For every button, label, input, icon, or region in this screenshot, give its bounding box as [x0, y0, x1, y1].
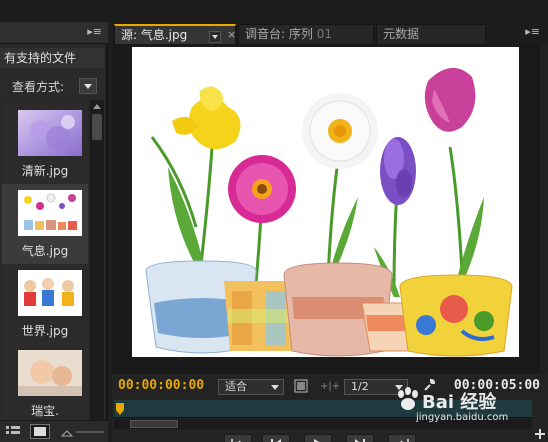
- media-item[interactable]: 瑞宝.: [2, 344, 88, 420]
- media-item-selected[interactable]: 气息.jpg: [2, 184, 88, 264]
- project-panel-footer: [0, 420, 108, 442]
- step-forward-button[interactable]: [346, 434, 374, 442]
- icon-view-icon[interactable]: [30, 424, 50, 439]
- video-scrollbar[interactable]: [538, 44, 548, 374]
- go-to-in-point-button[interactable]: [224, 434, 252, 442]
- scroll-up-arrow-icon[interactable]: [92, 102, 102, 112]
- duration-timecode: 00:00:05:00: [453, 378, 540, 393]
- view-mode-row: 查看方式:: [0, 74, 104, 98]
- media-item-label: 瑞宝.: [31, 404, 59, 418]
- zoom-out-icon[interactable]: [60, 427, 74, 440]
- media-item-label: 世界.jpg: [21, 324, 69, 338]
- source-monitor: 源: 气息.jpg × 调音台: 序列 01 元数据 ▸≡ 00:00:00:0…: [112, 22, 548, 442]
- media-thumbnail: [18, 110, 82, 156]
- project-panel: ▸≡ 有支持的文件 查看方式: 清新.jpg 气息.jpg 世界.jpg 瑞宝.: [0, 22, 108, 442]
- go-to-out-point-button[interactable]: [388, 434, 416, 442]
- playhead-icon[interactable]: [116, 403, 124, 415]
- tab-source[interactable]: 源: 气息.jpg ×: [114, 24, 236, 44]
- tab-source-dropdown[interactable]: [209, 31, 221, 43]
- top-strip: [0, 0, 548, 22]
- tab-metadata-label: 元数据: [383, 27, 420, 41]
- step-back-button[interactable]: [262, 434, 290, 442]
- transport-controls: [112, 416, 548, 442]
- wrench-icon[interactable]: [422, 378, 436, 392]
- trim-icon[interactable]: +|+: [320, 381, 340, 392]
- panel-menu-icon[interactable]: ▸≡: [87, 25, 102, 38]
- supported-files-label: 有支持的文件: [0, 48, 104, 68]
- media-item[interactable]: 世界.jpg: [2, 264, 88, 344]
- add-button-icon[interactable]: [534, 428, 546, 440]
- media-thumbnail: [18, 190, 82, 236]
- scroll-thumb[interactable]: [92, 114, 102, 140]
- media-thumbnail: [18, 270, 82, 316]
- tab-audio-mixer-label: 调音台: 序列: [245, 27, 313, 41]
- panel-menu-icon[interactable]: ▸≡: [525, 25, 540, 38]
- view-mode-dropdown[interactable]: [79, 78, 97, 94]
- close-icon[interactable]: ×: [227, 26, 236, 44]
- project-scrollbar[interactable]: [90, 100, 104, 440]
- monitor-tab-bar: 源: 气息.jpg × 调音台: 序列 01 元数据 ▸≡: [112, 22, 548, 44]
- video-frame-image: [132, 47, 519, 357]
- resolution-select[interactable]: 1/2: [344, 379, 408, 395]
- media-thumbnail: [18, 350, 82, 396]
- tab-audio-mixer-suffix: 01: [316, 27, 332, 41]
- tab-metadata[interactable]: 元数据: [376, 24, 486, 44]
- fit-select[interactable]: 适合: [218, 379, 284, 395]
- media-item[interactable]: 清新.jpg: [2, 104, 88, 184]
- view-mode-label: 查看方式:: [12, 80, 65, 94]
- video-display: [112, 44, 548, 374]
- tab-audio-mixer[interactable]: 调音台: 序列 01: [238, 24, 374, 44]
- play-button[interactable]: [304, 434, 332, 442]
- list-view-icon[interactable]: [6, 425, 20, 438]
- monitor-time-bar: 00:00:00:00 适合 +|+ 1/2 00:00:05:00: [112, 374, 548, 400]
- safe-margins-icon[interactable]: [294, 379, 308, 393]
- project-panel-header: ▸≡: [0, 22, 108, 44]
- zoom-slider[interactable]: [76, 431, 104, 433]
- tab-source-label: 源: 气息.jpg: [121, 28, 188, 42]
- media-item-label: 气息.jpg: [21, 244, 69, 258]
- media-item-label: 清新.jpg: [21, 164, 69, 178]
- current-timecode[interactable]: 00:00:00:00: [118, 378, 204, 393]
